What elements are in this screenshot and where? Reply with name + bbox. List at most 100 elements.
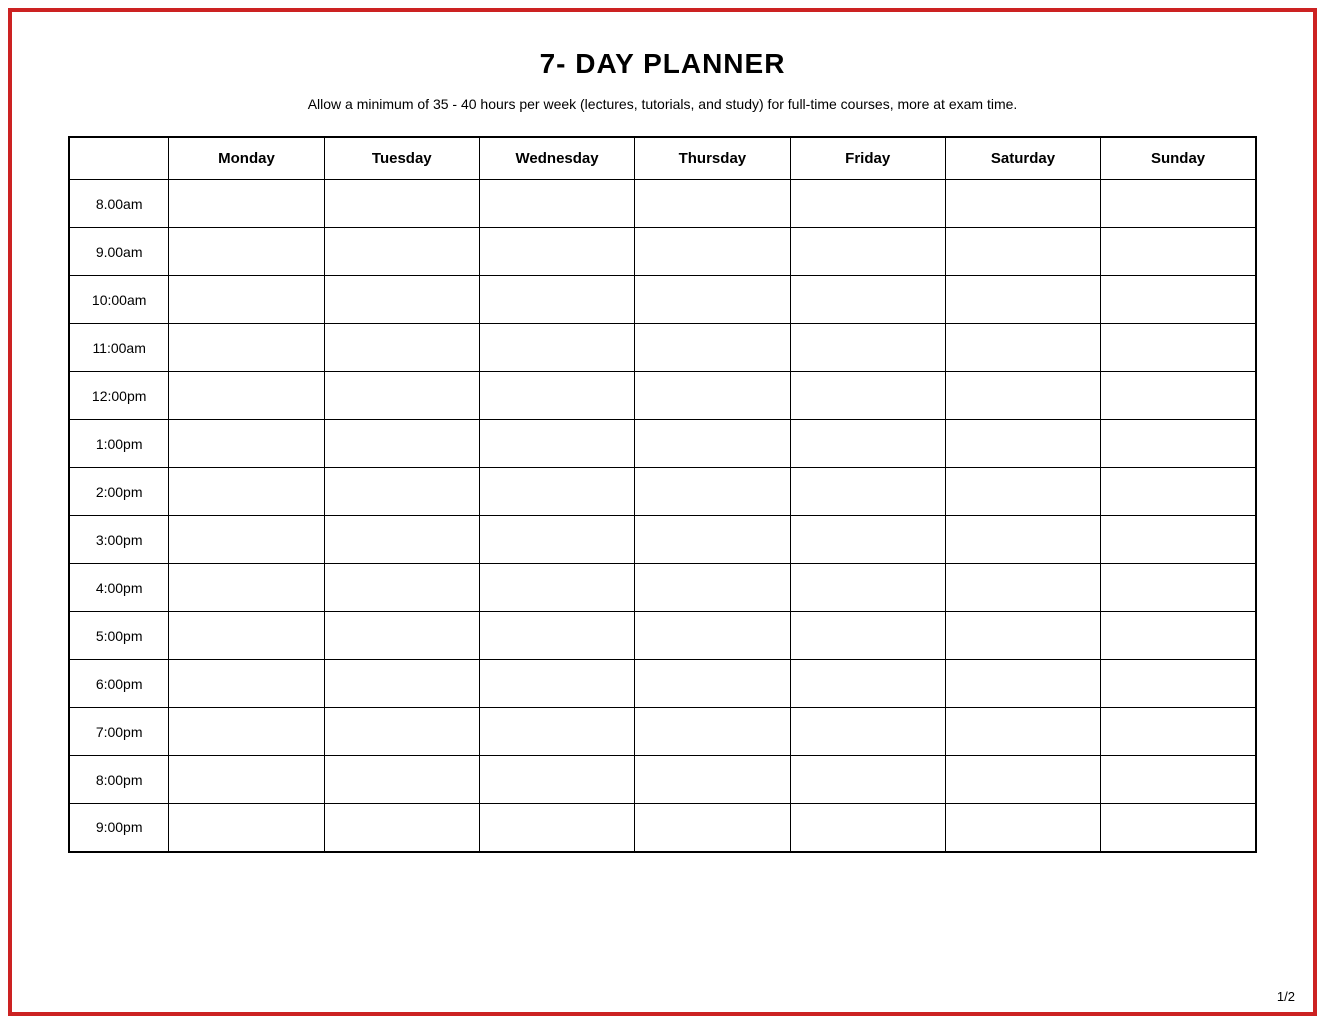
schedule-cell[interactable]	[790, 516, 945, 564]
schedule-cell[interactable]	[169, 324, 324, 372]
schedule-cell[interactable]	[324, 180, 479, 228]
schedule-cell[interactable]	[479, 324, 634, 372]
schedule-cell[interactable]	[1101, 276, 1256, 324]
schedule-cell[interactable]	[635, 420, 790, 468]
schedule-cell[interactable]	[479, 372, 634, 420]
schedule-cell[interactable]	[945, 564, 1100, 612]
schedule-cell[interactable]	[1101, 180, 1256, 228]
schedule-cell[interactable]	[479, 564, 634, 612]
schedule-cell[interactable]	[635, 228, 790, 276]
schedule-cell[interactable]	[635, 708, 790, 756]
schedule-cell[interactable]	[945, 228, 1100, 276]
schedule-cell[interactable]	[324, 372, 479, 420]
schedule-cell[interactable]	[790, 420, 945, 468]
schedule-cell[interactable]	[790, 564, 945, 612]
schedule-cell[interactable]	[1101, 804, 1256, 852]
schedule-cell[interactable]	[169, 372, 324, 420]
schedule-cell[interactable]	[1101, 372, 1256, 420]
schedule-cell[interactable]	[169, 516, 324, 564]
schedule-cell[interactable]	[169, 276, 324, 324]
schedule-cell[interactable]	[635, 516, 790, 564]
schedule-cell[interactable]	[945, 804, 1100, 852]
schedule-cell[interactable]	[790, 276, 945, 324]
schedule-cell[interactable]	[635, 372, 790, 420]
schedule-cell[interactable]	[945, 612, 1100, 660]
schedule-cell[interactable]	[479, 804, 634, 852]
schedule-cell[interactable]	[324, 564, 479, 612]
schedule-cell[interactable]	[790, 324, 945, 372]
schedule-cell[interactable]	[945, 708, 1100, 756]
schedule-cell[interactable]	[1101, 420, 1256, 468]
schedule-cell[interactable]	[169, 660, 324, 708]
time-cell: 8.00am	[69, 180, 169, 228]
schedule-cell[interactable]	[945, 660, 1100, 708]
schedule-cell[interactable]	[169, 804, 324, 852]
schedule-cell[interactable]	[945, 756, 1100, 804]
schedule-cell[interactable]	[479, 612, 634, 660]
schedule-cell[interactable]	[479, 756, 634, 804]
schedule-cell[interactable]	[479, 516, 634, 564]
schedule-cell[interactable]	[635, 180, 790, 228]
schedule-cell[interactable]	[479, 708, 634, 756]
schedule-cell[interactable]	[945, 468, 1100, 516]
schedule-cell[interactable]	[790, 372, 945, 420]
schedule-cell[interactable]	[635, 804, 790, 852]
schedule-cell[interactable]	[945, 420, 1100, 468]
schedule-cell[interactable]	[635, 660, 790, 708]
schedule-cell[interactable]	[1101, 516, 1256, 564]
schedule-cell[interactable]	[790, 804, 945, 852]
schedule-cell[interactable]	[324, 756, 479, 804]
schedule-cell[interactable]	[324, 708, 479, 756]
schedule-cell[interactable]	[169, 468, 324, 516]
schedule-cell[interactable]	[324, 612, 479, 660]
schedule-cell[interactable]	[169, 180, 324, 228]
schedule-cell[interactable]	[479, 228, 634, 276]
schedule-cell[interactable]	[790, 468, 945, 516]
schedule-cell[interactable]	[324, 468, 479, 516]
schedule-cell[interactable]	[324, 324, 479, 372]
schedule-cell[interactable]	[945, 516, 1100, 564]
schedule-cell[interactable]	[169, 228, 324, 276]
schedule-cell[interactable]	[1101, 564, 1256, 612]
time-cell: 9.00am	[69, 228, 169, 276]
schedule-cell[interactable]	[945, 372, 1100, 420]
schedule-cell[interactable]	[635, 756, 790, 804]
schedule-cell[interactable]	[324, 276, 479, 324]
schedule-cell[interactable]	[479, 276, 634, 324]
schedule-cell[interactable]	[479, 468, 634, 516]
schedule-cell[interactable]	[635, 564, 790, 612]
schedule-cell[interactable]	[945, 324, 1100, 372]
schedule-cell[interactable]	[324, 516, 479, 564]
schedule-cell[interactable]	[635, 324, 790, 372]
schedule-cell[interactable]	[635, 612, 790, 660]
schedule-cell[interactable]	[790, 228, 945, 276]
schedule-cell[interactable]	[790, 660, 945, 708]
schedule-cell[interactable]	[169, 564, 324, 612]
schedule-cell[interactable]	[479, 180, 634, 228]
schedule-cell[interactable]	[790, 612, 945, 660]
schedule-cell[interactable]	[1101, 756, 1256, 804]
schedule-cell[interactable]	[635, 468, 790, 516]
schedule-cell[interactable]	[169, 612, 324, 660]
schedule-cell[interactable]	[169, 756, 324, 804]
schedule-cell[interactable]	[169, 708, 324, 756]
schedule-cell[interactable]	[1101, 660, 1256, 708]
schedule-cell[interactable]	[945, 180, 1100, 228]
schedule-cell[interactable]	[1101, 708, 1256, 756]
schedule-cell[interactable]	[1101, 324, 1256, 372]
schedule-cell[interactable]	[790, 708, 945, 756]
schedule-cell[interactable]	[790, 180, 945, 228]
schedule-cell[interactable]	[1101, 228, 1256, 276]
schedule-cell[interactable]	[324, 660, 479, 708]
schedule-cell[interactable]	[479, 420, 634, 468]
schedule-cell[interactable]	[945, 276, 1100, 324]
schedule-cell[interactable]	[169, 420, 324, 468]
schedule-cell[interactable]	[1101, 468, 1256, 516]
schedule-cell[interactable]	[324, 228, 479, 276]
schedule-cell[interactable]	[790, 756, 945, 804]
schedule-cell[interactable]	[635, 276, 790, 324]
schedule-cell[interactable]	[1101, 612, 1256, 660]
schedule-cell[interactable]	[324, 420, 479, 468]
schedule-cell[interactable]	[324, 804, 479, 852]
schedule-cell[interactable]	[479, 660, 634, 708]
